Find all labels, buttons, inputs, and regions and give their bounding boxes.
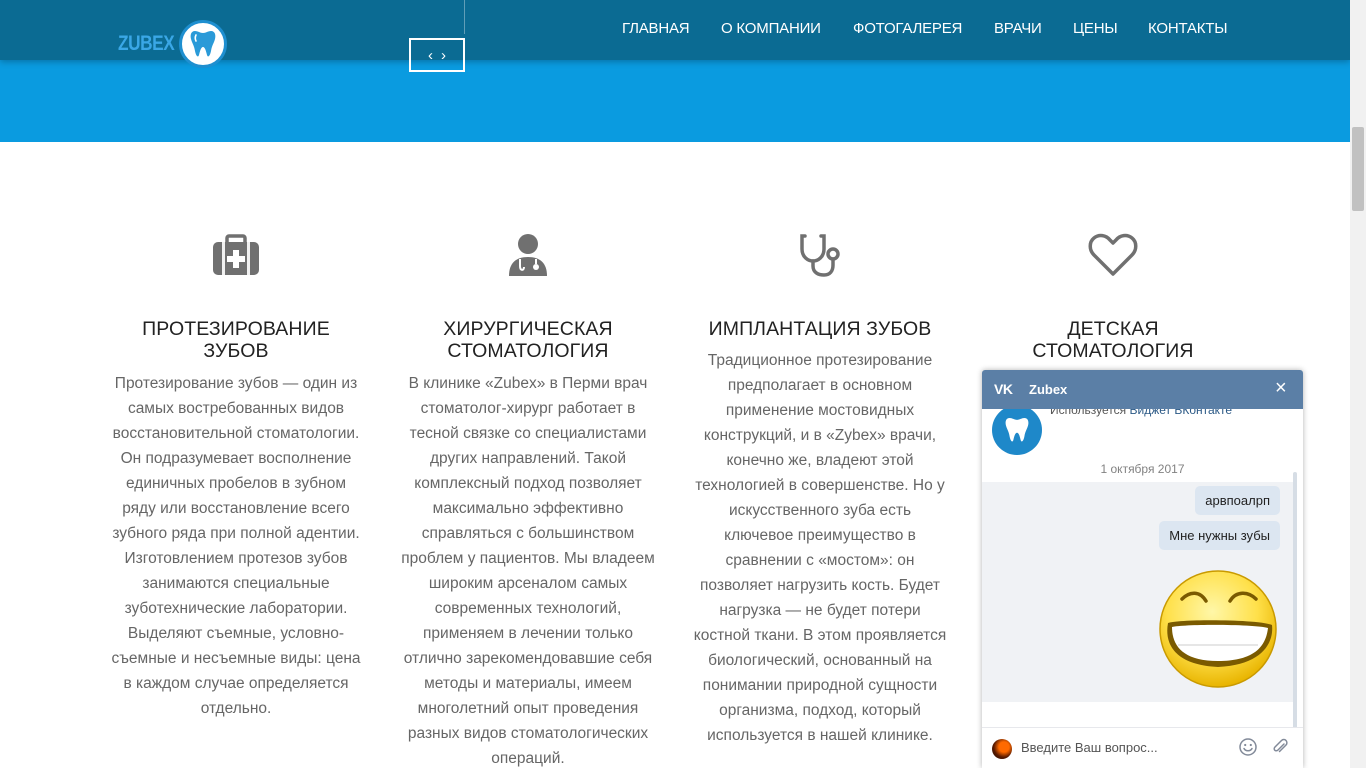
description-line: широким арсеналом самых <box>428 575 628 592</box>
emoji-icon[interactable] <box>1239 738 1257 756</box>
logo-text: ZUBEX <box>118 32 175 55</box>
service-title: ПРОТЕЗИРОВАНИЕ ЗУБОВ <box>142 318 330 362</box>
chevron-left-icon[interactable]: ‹ <box>428 48 433 63</box>
description-line: съемные и несъемные виды: цена <box>111 650 361 667</box>
service-title: ИМПЛАНТАЦИЯ ЗУБОВ <box>708 318 932 340</box>
service-description: В клинике «Zubex» в Перми врач стоматолог… <box>393 371 663 768</box>
service-title: ХИРУРГИЧЕСКАЯ СТОМАТОЛОГИЯ <box>443 318 613 362</box>
description-line: проблем у пациентов. Мы владеем <box>401 550 655 567</box>
description-line: занимаются специальные <box>142 575 330 592</box>
description-line: комплексный подход позволяет <box>414 475 642 492</box>
description-line: зуботехнические лаборатории. <box>124 600 348 617</box>
description-line: Выделяют съемные, условно- <box>127 625 345 642</box>
page-scrollbar-thumb[interactable] <box>1352 127 1364 211</box>
heart-icon <box>1085 232 1141 278</box>
page-scrollbar[interactable] <box>1350 0 1366 768</box>
description-line: ключевое преимущество в <box>724 527 916 544</box>
chat-body: Используется Виджет ВКонтакте 1 октября … <box>982 409 1303 727</box>
widget-attribution: Используется Виджет ВКонтакте <box>1050 409 1232 417</box>
message-bubble: Мне нужны зубы <box>1159 521 1280 550</box>
description-line: самых востребованных видов <box>127 400 345 417</box>
description-line: Традиционное протезирование <box>707 352 933 369</box>
vk-logo-icon: VK <box>994 381 1013 397</box>
description-line: костной ткани. В этом проявляется <box>693 627 947 644</box>
nav-item-contacts[interactable]: КОНТАКТЫ <box>1148 20 1228 37</box>
message-date: 1 октября 2017 <box>1100 462 1185 476</box>
description-line: отлично зарекомендовавшие себя <box>403 650 653 667</box>
description-line: максимально эффективно <box>432 500 624 517</box>
description-line: разных видов стоматологических <box>407 725 649 742</box>
description-line: Он подразумевает восполнение <box>120 450 352 467</box>
chat-title: Zubex <box>1029 382 1068 397</box>
description-line: В клинике «Zubex» в Перми врач <box>408 375 648 392</box>
description-line: искусственного зуба есть <box>728 502 912 519</box>
service-title: ДЕТСКАЯ СТОМАТОЛОГИЯ <box>1032 318 1194 362</box>
description-line: многолетний опыт проведения <box>417 700 639 717</box>
chevron-right-icon[interactable]: › <box>441 48 446 63</box>
attach-icon[interactable] <box>1271 738 1289 756</box>
description-line: понимании природной сущности <box>702 677 938 694</box>
nav-item-doctors[interactable]: ВРАЧИ <box>994 20 1042 37</box>
description-line: Протезирование зубов — один из <box>114 375 358 392</box>
medkit-icon <box>208 232 264 278</box>
chat-input-bar: Введите Ваш вопрос... <box>982 727 1303 768</box>
service-description: Протезирование зубов — один из самых вост… <box>101 371 371 721</box>
description-line: предполагает в основном <box>727 377 913 394</box>
user-avatar <box>992 739 1012 759</box>
description-line: современных технологий, <box>434 600 622 617</box>
slider-controls: ‹ › <box>409 38 465 72</box>
description-line: конструкций, и в «Zybex» врачи, <box>703 427 937 444</box>
description-line: операций. <box>491 750 565 767</box>
nav-item-home[interactable]: ГЛАВНАЯ <box>622 20 690 37</box>
description-line: в каждом случае определяется <box>123 675 349 692</box>
tooth-icon <box>178 20 227 68</box>
description-line: единичных пробелов в зубном <box>126 475 346 492</box>
vk-chat-widget: VK Zubex × Используется Виджет ВКонтакте… <box>982 370 1303 768</box>
laughing-smiley-sticker <box>1158 565 1278 693</box>
nav-item-prices[interactable]: ЦЕНЫ <box>1073 20 1118 37</box>
description-line: применение мостовидных <box>725 402 915 419</box>
description-line: Изготовлением протезов зубов <box>124 550 348 567</box>
message-bubble: арвпоалрп <box>1195 486 1280 515</box>
nav-item-gallery[interactable]: ФОТОГАЛЕРЕЯ <box>853 20 962 37</box>
chat-header: VK Zubex × <box>982 370 1303 409</box>
description-line: используется в нашей клинике. <box>707 727 933 744</box>
description-line: технологией в совершенстве. Но у <box>695 477 945 494</box>
description-line: тесной связке со специалистами <box>409 425 647 442</box>
service-description: Традиционное протезирование предполагает … <box>685 348 955 748</box>
description-line: других направлений. Такой <box>429 450 627 467</box>
nav-item-about[interactable]: О КОМПАНИИ <box>721 20 821 37</box>
description-line: методы и материалы, имеем <box>424 675 632 692</box>
description-line: биологический, основанный на <box>708 652 932 669</box>
description-line: организма, подход, который <box>719 702 921 719</box>
description-line: применяем в лечении только <box>423 625 633 642</box>
description-line: отдельно. <box>200 700 272 717</box>
chat-scrollbar[interactable] <box>1293 472 1297 727</box>
description-line: стоматолог-хирург работает в <box>420 400 636 417</box>
description-line: сравнении с «мостом»: он <box>725 552 915 569</box>
close-icon[interactable]: × <box>1275 378 1287 398</box>
stethoscope-icon <box>792 232 848 278</box>
avatar[interactable] <box>992 409 1042 455</box>
message-input[interactable]: Введите Ваш вопрос... <box>1021 740 1158 755</box>
description-line: восстановительной стоматологии. <box>112 425 360 442</box>
divider-line <box>464 0 465 34</box>
vk-widget-link[interactable]: Виджет ВКонтакте <box>1130 409 1233 417</box>
message-list: арвпоалрп Мне нужны зубы <box>982 482 1294 702</box>
description-line: справляться с большинством <box>421 525 635 542</box>
top-navigation-bar: ZUBEX ГЛАВНАЯ О КОМПАНИИ ФОТОГАЛЕРЕЯ ВРА… <box>0 0 1350 68</box>
site-logo[interactable]: ZUBEX <box>118 18 227 70</box>
description-line: конечно же, владеют этой <box>726 452 914 469</box>
description-line: ряду или восстановление всего <box>122 500 350 517</box>
description-line: позволяет нагрузить кость. Будет <box>700 577 940 594</box>
description-line: нагрузка — не будет потери <box>719 602 921 619</box>
doctor-icon <box>500 232 556 278</box>
description-line: зубного ряда при полной адентии. <box>112 525 360 542</box>
